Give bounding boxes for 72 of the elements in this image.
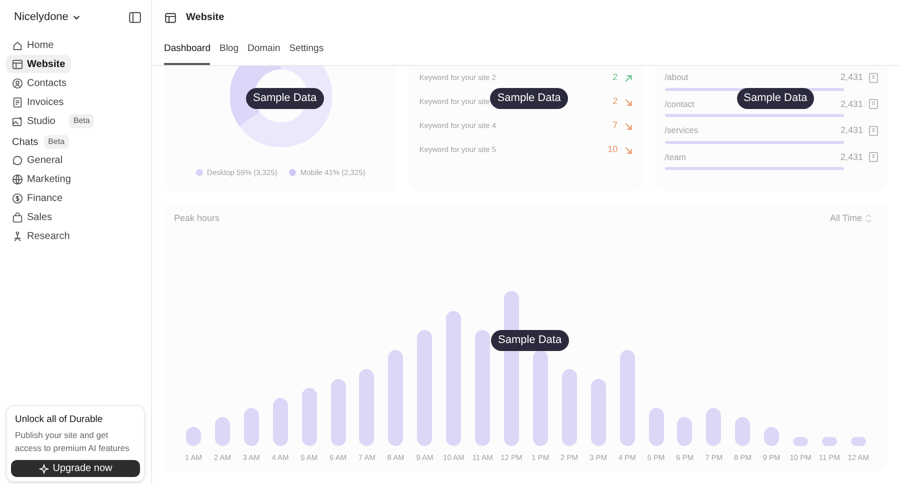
page-icon [868, 152, 878, 162]
hour-bar [330, 379, 346, 446]
section-heading: Chats [12, 136, 38, 150]
workspace-name: Nicelydone [14, 10, 68, 26]
keyword-rank: 10 [608, 143, 618, 156]
nav-item[interactable]: Finance [6, 189, 69, 207]
page-icon [868, 99, 878, 110]
contact-icon [12, 78, 23, 88]
keyword-rank: 2 [612, 71, 618, 84]
nav-item[interactable]: Website [6, 55, 72, 73]
page-title: Website [186, 11, 224, 25]
hour-bar [648, 408, 664, 446]
person-icon [12, 230, 23, 242]
page-icon [868, 126, 878, 136]
upgrade-button[interactable]: Upgrade now [11, 460, 140, 477]
hour-bar [590, 379, 606, 446]
hour-bar [214, 417, 230, 446]
sample-data-badge: Sample Data [490, 88, 568, 108]
hour-bar [793, 437, 808, 446]
hour-bar [302, 388, 317, 446]
nav-item[interactable]: Home [6, 36, 60, 54]
hour-bar [706, 408, 722, 446]
nav-item[interactable]: Sales [6, 208, 58, 226]
dollar-icon [12, 192, 23, 204]
page-path: /services [664, 124, 698, 138]
nav-item[interactable]: Marketing [6, 170, 77, 188]
bag-icon [12, 212, 23, 222]
beta-badge: Beta [44, 135, 69, 149]
globe-icon [12, 174, 23, 184]
upgrade-text: Publish your site and get access to premium AI features [14, 429, 130, 455]
sort-icon [865, 214, 872, 223]
beta-badge: Beta [69, 114, 94, 128]
sample-data-badge: Sample Data [736, 88, 814, 108]
hour-bar [850, 437, 866, 446]
nav-item[interactable]: Research [6, 227, 76, 245]
nav-item[interactable]: Studio Beta [6, 112, 100, 130]
hour-bar [186, 427, 201, 446]
hour-bar [735, 417, 750, 446]
hour-bar [244, 408, 259, 446]
page-views: 2,431 [840, 71, 863, 84]
nav-item[interactable]: Invoices [6, 93, 70, 111]
tab[interactable]: Blog [219, 34, 238, 65]
sample-data-badge: Sample Data [491, 330, 569, 350]
home-icon [12, 40, 23, 50]
chevron-down-icon[interactable] [72, 13, 82, 22]
page-path: /contact [664, 98, 694, 111]
page-views: 2,431 [840, 98, 863, 110]
hour-bar [764, 427, 780, 446]
tab[interactable]: Domain [248, 34, 280, 65]
sparkle-icon [38, 464, 49, 474]
hour-bar [272, 398, 288, 446]
page-path: /team [664, 150, 686, 164]
layout-icon [165, 12, 176, 22]
page-icon [868, 72, 878, 83]
chat-icon [12, 154, 23, 166]
upgrade-title: Unlock all of Durable [14, 412, 104, 427]
keyword-rank: 2 [612, 95, 618, 108]
layout-icon [12, 58, 23, 70]
page-views: 2,431 [840, 124, 863, 137]
hour-bar [677, 417, 692, 446]
tab[interactable]: Settings [289, 34, 324, 65]
card-title: Peak hours [174, 212, 220, 225]
sidebar-toggle-icon[interactable] [129, 12, 141, 23]
page-path: /about [664, 71, 688, 84]
nav-item[interactable]: Contacts [6, 74, 72, 92]
invoice-icon [12, 96, 23, 108]
image-icon [12, 116, 23, 126]
page-views: 2,431 [840, 150, 863, 164]
keyword-rank: 7 [612, 119, 618, 132]
sample-data-badge: Sample Data [246, 88, 324, 108]
nav-item[interactable]: General [6, 151, 69, 169]
hour-bar [822, 437, 837, 446]
